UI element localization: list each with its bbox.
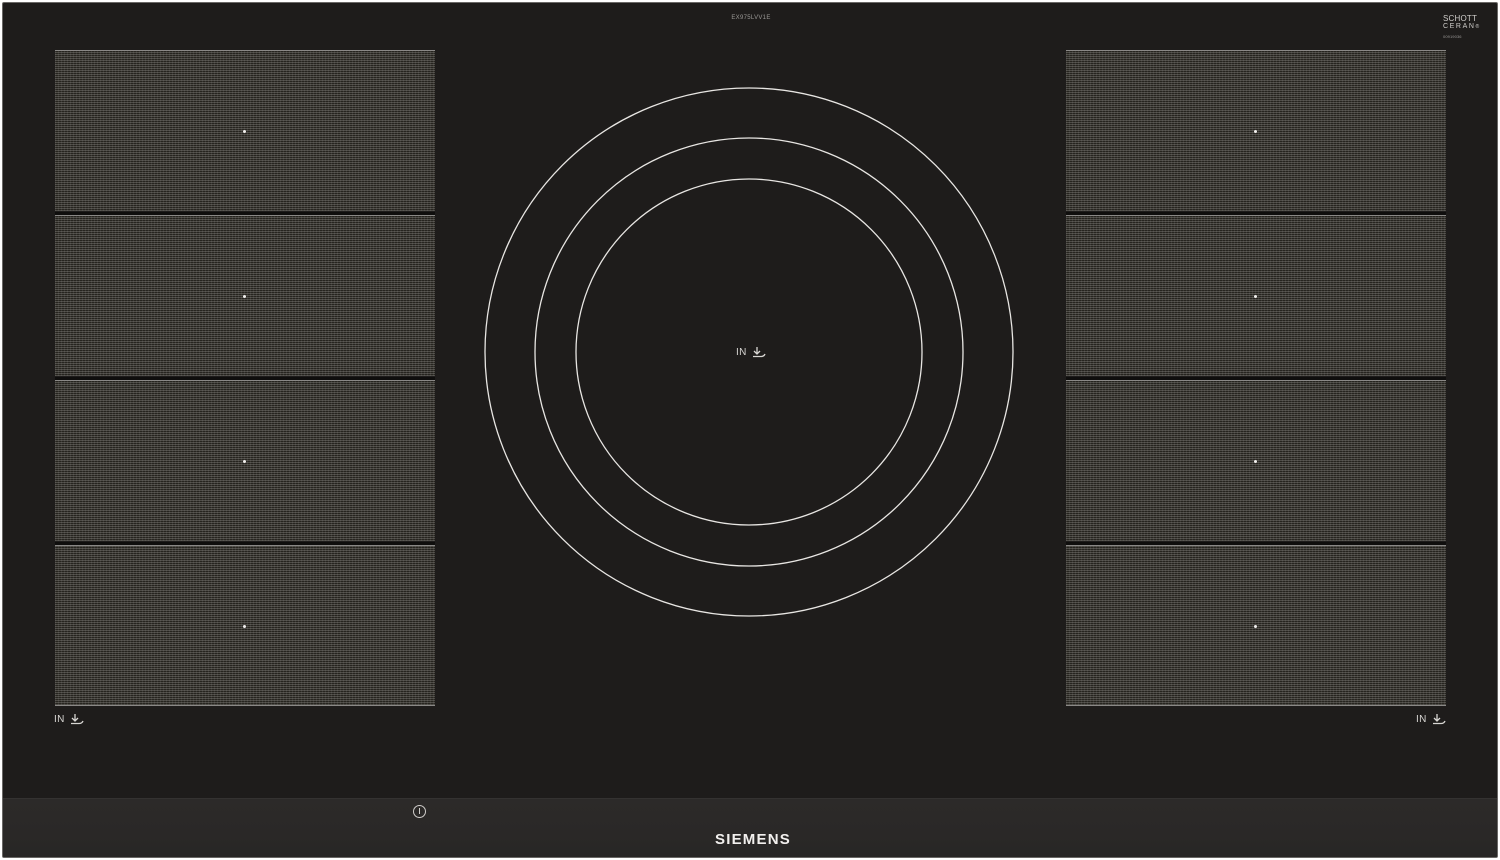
power-button[interactable] — [413, 805, 426, 818]
induction-label-center: IN — [736, 347, 747, 358]
center-cooking-zone — [484, 87, 1014, 617]
control-strip — [3, 798, 1497, 857]
power-icon — [419, 808, 420, 814]
inner-ring — [575, 178, 923, 526]
induction-pan-icon — [753, 347, 766, 358]
induction-cooktop: EX975LVV1E SCHOTT CERAN® 00919036 IN IN … — [2, 2, 1498, 858]
brand-logo: SIEMENS — [715, 831, 791, 848]
middle-ring — [534, 137, 964, 567]
outer-ring — [484, 87, 1014, 617]
